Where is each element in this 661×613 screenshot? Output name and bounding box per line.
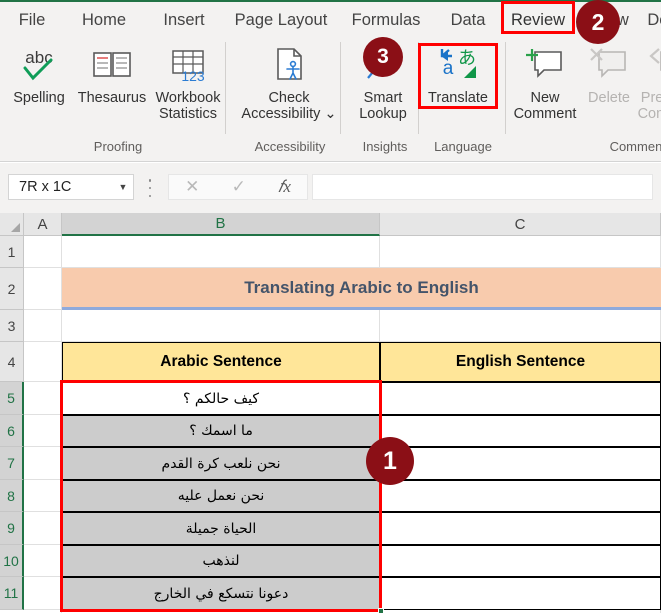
- table-header-english[interactable]: English Sentence: [380, 342, 661, 382]
- thesaurus-button[interactable]: Thesaurus: [74, 40, 150, 106]
- arabic-cell-b9[interactable]: الحياة جميلة: [62, 512, 380, 545]
- formula-bar-actions: ✕ ✓ 𝑓x: [168, 174, 308, 200]
- arabic-cell-b10[interactable]: لنذهب: [62, 545, 380, 577]
- english-cell-c5[interactable]: [380, 382, 661, 415]
- column-header-B[interactable]: B: [62, 213, 380, 236]
- ribbon-tab-formulas[interactable]: Formulas: [343, 5, 429, 35]
- open-book-icon: [88, 40, 136, 88]
- translate-button-highlight: [418, 43, 498, 109]
- english-cell-c10[interactable]: [380, 545, 661, 577]
- name-box-value: 7R x 1C: [19, 179, 72, 195]
- ribbon-group-separator: [225, 42, 226, 134]
- prev-comment-icon: [645, 40, 661, 88]
- excel-window: File Home Insert Page Layout Formulas Data Rev…: [0, 0, 661, 613]
- ribbon-tab-file[interactable]: File: [8, 5, 56, 35]
- english-cell-c11[interactable]: [380, 577, 661, 610]
- ribbon-tab-data[interactable]: Data: [444, 5, 492, 35]
- ribbon-group-label-accessibility: Accessibility: [254, 139, 326, 154]
- arabic-cell-b11[interactable]: دعونا نتسكع في الخارج: [62, 577, 380, 610]
- step-badge-3: 3: [363, 37, 403, 77]
- arabic-cell-b6[interactable]: ما اسمك ؟: [62, 415, 380, 447]
- workbook-statistics-button[interactable]: 123 Workbook Statistics: [152, 40, 224, 122]
- row-header-6[interactable]: 6: [0, 415, 24, 447]
- review-tab-highlight: [501, 1, 575, 34]
- row-header-9[interactable]: 9: [0, 512, 24, 545]
- arabic-cell-b7[interactable]: نحن نلعب كرة القدم: [62, 447, 380, 480]
- english-cell-c6[interactable]: [380, 415, 661, 447]
- ribbon-tab-developer[interactable]: Developer: [645, 5, 661, 35]
- svg-text:123: 123: [181, 68, 205, 84]
- ribbon-group-label-insights: Insights: [362, 139, 408, 154]
- close-icon[interactable]: ✕: [185, 177, 199, 197]
- arabic-cell-b8[interactable]: نحن نعمل عليه: [62, 480, 380, 512]
- ribbon: abc Spelling Thesaurus 123 Workbook Stati…: [0, 36, 661, 162]
- check-accessibility-label: Check Accessibility ⌄: [241, 90, 337, 123]
- formula-input[interactable]: [312, 174, 653, 200]
- thesaurus-label: Thesaurus: [77, 90, 147, 106]
- formula-bar-grip[interactable]: [147, 179, 153, 197]
- delete-comment-icon: [585, 40, 633, 88]
- spelling-button[interactable]: abc Spelling: [8, 40, 70, 106]
- step-badge-1: 1: [366, 437, 414, 485]
- delete-comment-label: Delete: [588, 90, 630, 106]
- ribbon-group-label-proofing: Proofing: [93, 139, 143, 154]
- row-header-1[interactable]: 1: [0, 236, 24, 268]
- row-header-3[interactable]: 3: [0, 310, 24, 342]
- fill-handle[interactable]: [378, 608, 384, 613]
- abc-check-icon: abc: [15, 40, 63, 88]
- row-header-7[interactable]: 7: [0, 447, 24, 480]
- smart-lookup-label: Smart Lookup: [359, 90, 407, 123]
- table-header-arabic[interactable]: Arabic Sentence: [62, 342, 380, 382]
- row-header-8[interactable]: 8: [0, 480, 24, 512]
- table-123-icon: 123: [164, 40, 212, 88]
- ribbon-tab-insert[interactable]: Insert: [153, 5, 215, 35]
- row-header-10[interactable]: 10: [0, 545, 24, 577]
- fx-icon[interactable]: 𝑓x: [278, 177, 291, 197]
- english-cell-c8[interactable]: [380, 480, 661, 512]
- ribbon-group-separator: [340, 42, 341, 134]
- formula-bar: 7R x 1C ▼ ✕ ✓ 𝑓x: [0, 163, 661, 213]
- new-comment-icon: [521, 40, 569, 88]
- row-header-5[interactable]: 5: [0, 382, 24, 415]
- cell-area[interactable]: Translating Arabic to English Arabic Sent…: [24, 236, 661, 613]
- delete-comment-button: Delete: [583, 40, 635, 106]
- ribbon-tab-page-layout[interactable]: Page Layout: [226, 5, 336, 35]
- english-cell-c7[interactable]: [380, 447, 661, 480]
- chevron-down-icon[interactable]: ▼: [113, 182, 133, 192]
- ribbon-group-label-comments: Comments: [609, 139, 661, 154]
- column-header-C[interactable]: C: [380, 213, 661, 236]
- select-all-corner[interactable]: [0, 213, 24, 236]
- new-comment-button[interactable]: New Comment: [506, 40, 584, 122]
- arabic-cell-b5[interactable]: كيف حالكم ؟: [62, 382, 380, 415]
- sheet-title-cell[interactable]: Translating Arabic to English: [62, 268, 661, 310]
- ribbon-group-label-language: Language: [434, 139, 492, 154]
- svg-text:abc: abc: [25, 48, 53, 67]
- row-header-11[interactable]: 11: [0, 577, 24, 610]
- row-header-2[interactable]: 2: [0, 268, 24, 310]
- previous-comment-label: Previous Comment: [637, 90, 661, 123]
- column-header-A[interactable]: A: [24, 213, 62, 236]
- english-cell-c9[interactable]: [380, 512, 661, 545]
- check-icon[interactable]: ✓: [232, 177, 246, 197]
- name-box[interactable]: 7R x 1C ▼: [8, 174, 134, 200]
- worksheet-grid: ABC 1 2 3 4 5 6 7 8 9 10 11 Translating Arabic to …: [0, 213, 661, 613]
- previous-comment-button: Previous Comment: [632, 40, 661, 122]
- workbook-statistics-label: Workbook Statistics: [155, 90, 221, 123]
- accessibility-icon: [265, 40, 313, 88]
- check-accessibility-button[interactable]: Check Accessibility ⌄: [239, 40, 339, 122]
- ribbon-tab-home[interactable]: Home: [72, 5, 136, 35]
- step-badge-2: 2: [576, 0, 620, 44]
- row-header-4[interactable]: 4: [0, 342, 24, 382]
- new-comment-label: New Comment: [513, 90, 577, 123]
- spelling-label: Spelling: [13, 90, 65, 106]
